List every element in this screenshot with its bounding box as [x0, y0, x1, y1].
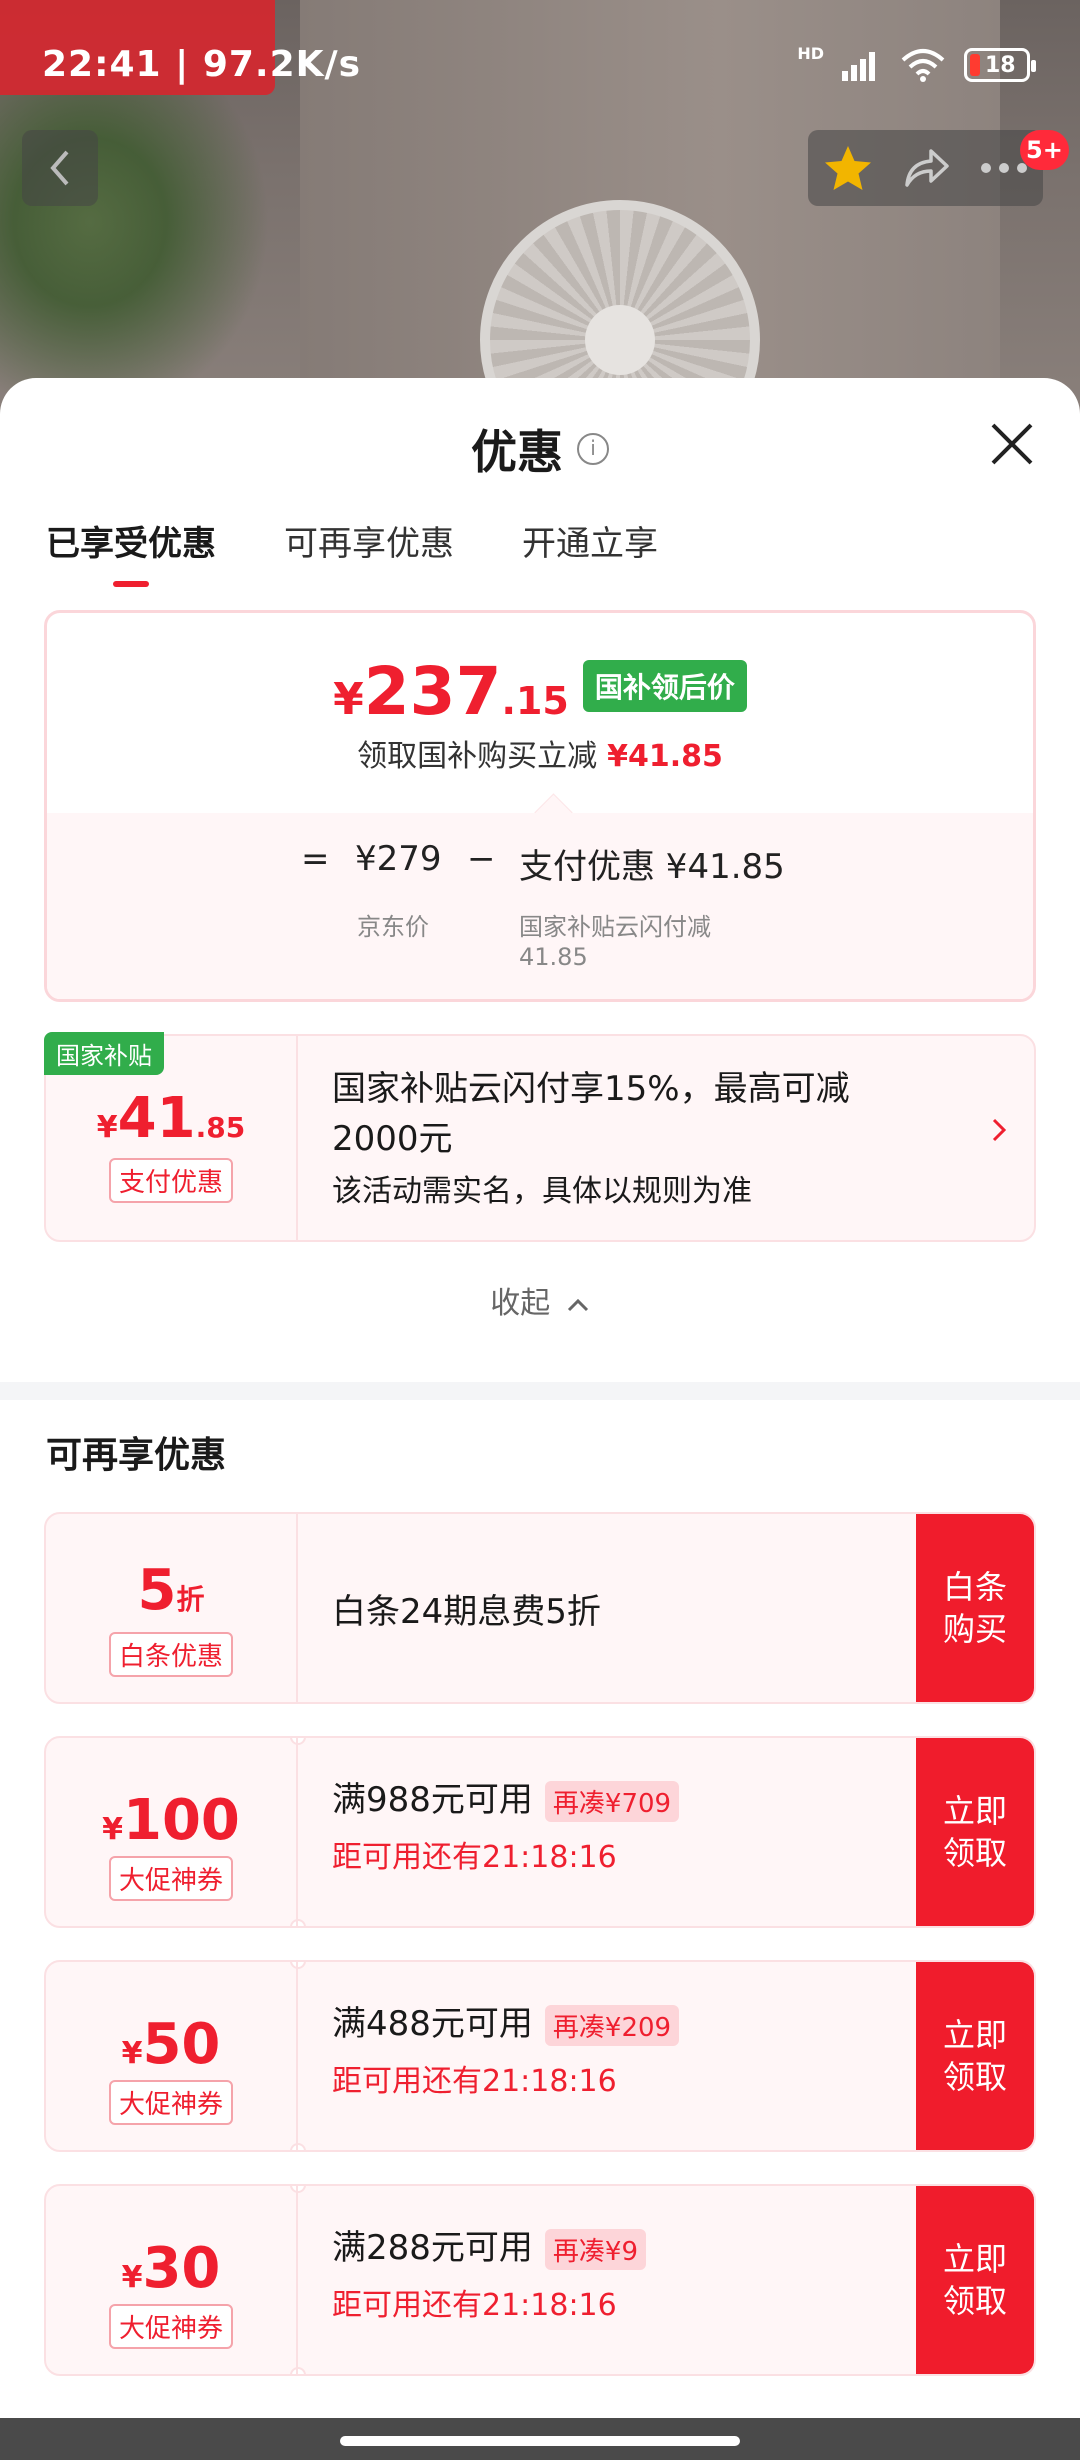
tab-bar: 已享受优惠 可再享优惠 开通立享	[46, 516, 658, 587]
coupon-amount: ¥100	[102, 1788, 240, 1853]
more-icon[interactable]	[979, 161, 1029, 175]
top-actions	[808, 130, 1043, 206]
jd-price-label: 京东价	[357, 913, 429, 941]
payment-discount: 支付优惠 ¥41.85	[519, 847, 785, 887]
wifi-icon	[901, 49, 945, 82]
coupon-tag: 大促神券	[108, 2080, 234, 2125]
coupon-extra: 再凑¥9	[544, 2229, 646, 2270]
subsidy-subtitle: 领取国补购买立减 ¥41.85	[357, 739, 723, 774]
coupon-tag: 大促神券	[108, 1856, 234, 1901]
back-button[interactable]	[22, 130, 98, 206]
final-price: ¥ 237 .15 国补领后价	[47, 653, 1033, 730]
chevron-left-icon	[50, 150, 69, 186]
coupon-countdown: 距可用还有21:18:16	[332, 1840, 617, 1875]
info-icon[interactable]	[577, 433, 609, 465]
minus-sign: −	[467, 839, 496, 879]
chevron-right-icon	[990, 1116, 1008, 1152]
coupon-tag: 大促神券	[108, 2304, 234, 2349]
coupon-card-baitiao: 5折 白条优惠 白条24期息费5折 白条 购买	[44, 1512, 1036, 1704]
price-currency: ¥	[333, 674, 364, 725]
tab-more-available[interactable]: 可再享优惠	[284, 516, 454, 587]
gov-subsidy-tag: 支付优惠	[108, 1158, 234, 1203]
coupon-card-100: ¥100 大促神券 满988元可用 再凑¥709 距可用还有21:18:16 立即…	[44, 1736, 1036, 1928]
gov-subsidy-amount: ¥41.85	[96, 1086, 246, 1151]
coupon-extra: 再凑¥709	[544, 1781, 680, 1822]
coupon-title: 满288元可用 再凑¥9	[332, 2220, 646, 2270]
subsidy-price-tag: 国补领后价	[582, 659, 747, 712]
message-badge: 5+	[1020, 130, 1069, 170]
status-time: 22:41 | 97.2K/s	[42, 44, 362, 85]
hd-label: HD	[797, 43, 824, 63]
discount-label: 国家补贴云闪付减	[519, 913, 711, 941]
gov-subsidy-title: 国家补贴云闪付享15%，最高可减2000元	[332, 1069, 850, 1159]
home-gesture-handle[interactable]	[340, 2436, 740, 2446]
price-integer: 237	[363, 653, 502, 730]
gov-subsidy-badge: 国家补贴	[44, 1032, 164, 1075]
section-divider	[0, 1382, 1080, 1400]
gov-subsidy-desc: 该活动需实名，具体以规则为准	[332, 1174, 752, 1209]
subsidy-amount: ¥41.85	[607, 739, 723, 774]
chevron-up-icon	[567, 1298, 588, 1311]
collapse-label: 收起	[490, 1286, 551, 1321]
share-icon[interactable]	[901, 145, 951, 191]
claim-button[interactable]: 立即 领取	[916, 1962, 1034, 2150]
favorite-star-icon[interactable]	[822, 143, 874, 193]
price-breakdown: = ¥279 − 支付优惠 ¥41.85 京东价 国家补贴云闪付减 41.85	[47, 813, 1033, 999]
coupon-amount: ¥50	[121, 2012, 221, 2077]
coupon-amount: 5折	[137, 1558, 205, 1623]
tab-activate[interactable]: 开通立享	[522, 516, 658, 587]
claim-button[interactable]: 立即 领取	[916, 2186, 1034, 2374]
coupon-card-30: ¥30 大促神券 满288元可用 再凑¥9 距可用还有21:18:16 立即 领取	[44, 2184, 1036, 2376]
signal-icon	[842, 52, 875, 81]
coupon-countdown: 距可用还有21:18:16	[332, 2064, 617, 2099]
price-summary-card: ¥ 237 .15 国补领后价 领取国补购买立减 ¥41.85 = ¥279 − …	[44, 610, 1036, 1002]
fan-hub	[585, 305, 655, 375]
coupon-amount: ¥30	[121, 2236, 221, 2301]
collapse-button[interactable]: 收起	[0, 1278, 1080, 1322]
system-nav-bar	[0, 2418, 1080, 2460]
close-icon[interactable]	[988, 420, 1036, 468]
sheet-title: 优惠	[0, 416, 1080, 482]
jd-price: ¥279	[355, 839, 442, 879]
status-bar: 22:41 | 97.2K/s HD 18	[0, 0, 1080, 130]
sheet-title-text: 优惠	[471, 425, 563, 479]
gov-subsidy-card[interactable]: ¥41.85 支付优惠 国家补贴云闪付享15%，最高可减2000元 该活动需实名…	[44, 1034, 1036, 1242]
price-decimal: .15	[501, 679, 569, 723]
claim-button[interactable]: 立即 领取	[916, 1738, 1034, 1926]
coupon-title: 白条24期息费5折	[332, 1592, 601, 1632]
discount-label-amount: 41.85	[519, 943, 588, 971]
equals-sign: =	[301, 839, 330, 879]
discount-sheet: 优惠 已享受优惠 可再享优惠 开通立享 ¥ 237 .15 国补领后价 领取国补…	[0, 378, 1080, 2418]
coupon-card-50: ¥50 大促神券 满488元可用 再凑¥209 距可用还有21:18:16 立即 …	[44, 1960, 1036, 2152]
coupon-countdown: 距可用还有21:18:16	[332, 2288, 617, 2323]
coupon-extra: 再凑¥209	[544, 2005, 680, 2046]
status-icons: HD 18	[797, 44, 1036, 82]
coupon-title: 满988元可用 再凑¥709	[332, 1772, 680, 1822]
section-title: 可再享优惠	[46, 1435, 227, 1476]
battery-icon: 18	[964, 48, 1036, 82]
coupon-tag: 白条优惠	[108, 1632, 234, 1677]
coupon-title: 满488元可用 再凑¥209	[332, 1996, 680, 2046]
tab-enjoyed[interactable]: 已享受优惠	[46, 516, 216, 587]
baitiao-buy-button[interactable]: 白条 购买	[916, 1514, 1034, 1702]
